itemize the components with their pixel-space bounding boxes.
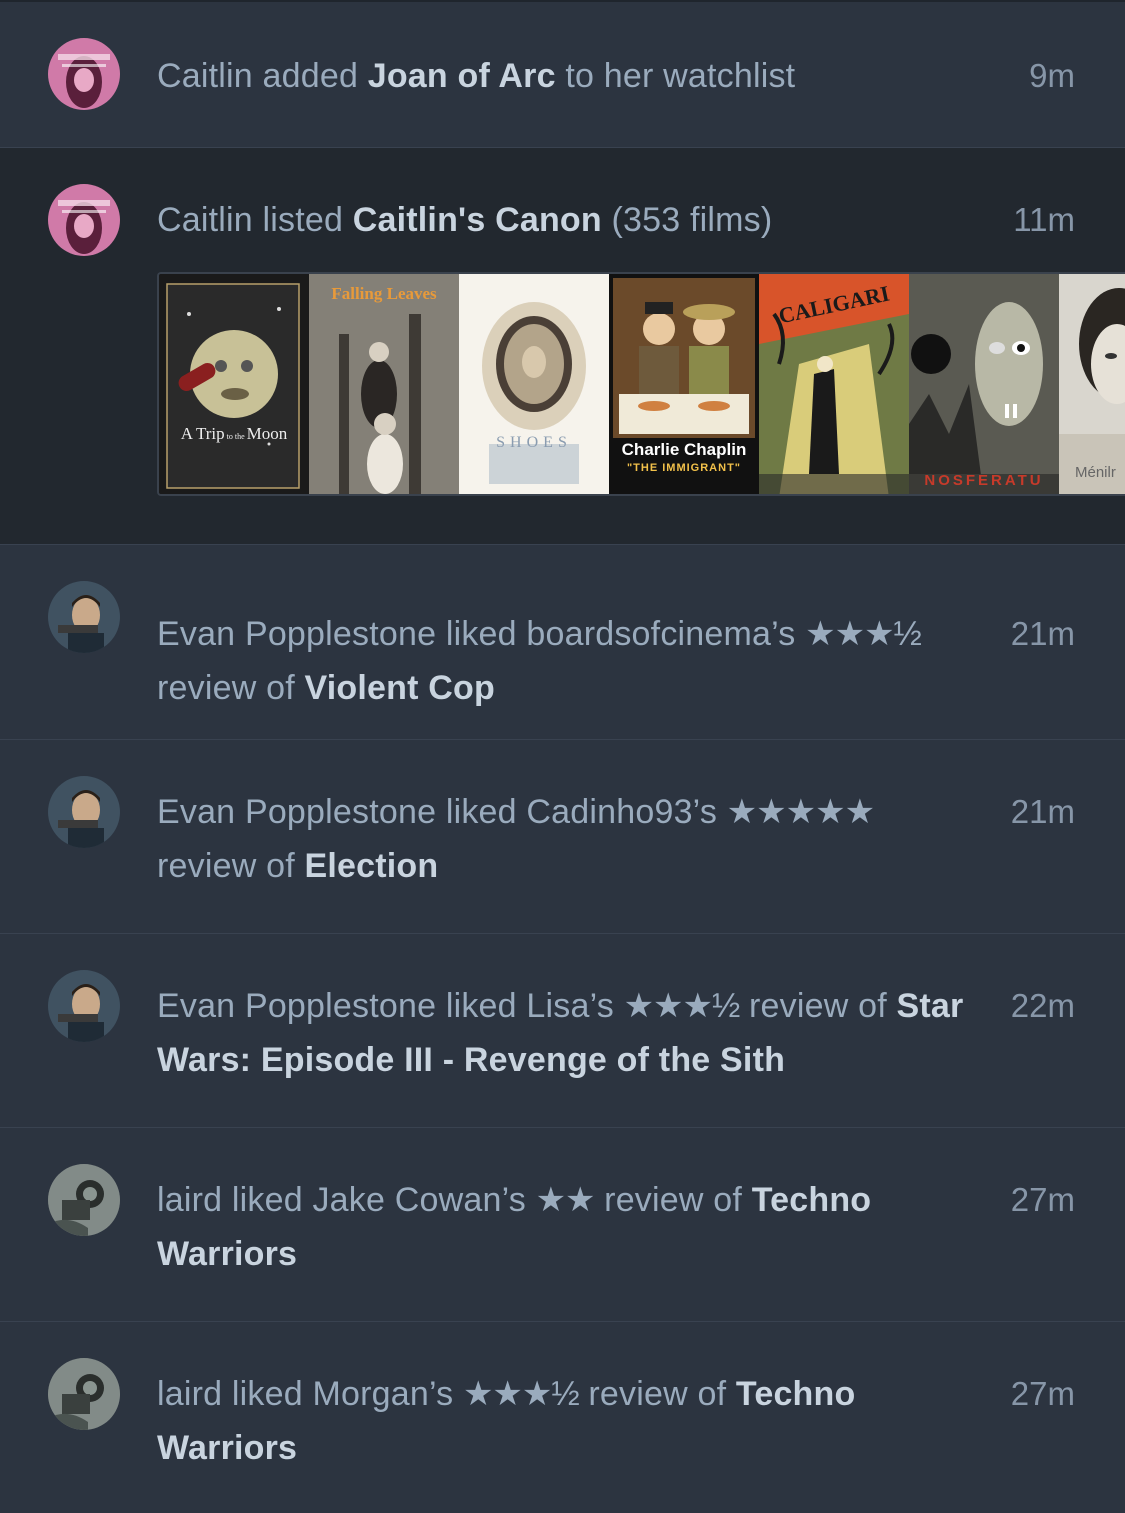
poster-falling-leaves[interactable]: Falling Leaves	[309, 274, 459, 494]
poster-caption: SHOES	[496, 434, 572, 451]
activity-item[interactable]: Evan Popplestone liked boardsofcinema’s …	[0, 545, 1125, 740]
activity-suffix: (353 films)	[601, 201, 773, 239]
rating-stars: ★★	[535, 1181, 596, 1219]
activity-suffix: to her watchlist	[555, 57, 796, 95]
rating-stars: ★★★★★	[726, 793, 875, 831]
activity-mid: review of	[157, 847, 305, 885]
activity-text: Evan Popplestone liked Cadinho93’s ★★★★★…	[157, 785, 977, 893]
avatar-caitlin[interactable]	[48, 38, 120, 110]
poster-caligari[interactable]: CALIGARI	[759, 274, 909, 494]
timestamp: 21m	[1010, 615, 1075, 652]
activity-mid: review of	[157, 669, 305, 707]
avatar-caitlin[interactable]	[48, 184, 120, 256]
avatar-evan[interactable]	[48, 970, 120, 1042]
poster-nosferatu[interactable]: NOSFERATU	[909, 274, 1059, 494]
list-title-link[interactable]: Caitlin's Canon	[353, 201, 602, 239]
activity-text: Caitlin added Joan of Arc to her watchli…	[157, 49, 977, 103]
timestamp: 9m	[1029, 57, 1075, 94]
activity-item[interactable]: Caitlin listed Caitlin's Canon (353 film…	[0, 148, 1125, 545]
poster-the-immigrant[interactable]: Charlie Chaplin "THE IMMIGRANT"	[609, 274, 759, 494]
activity-item[interactable]: Evan Popplestone liked Lisa’s ★★★½ revie…	[0, 934, 1125, 1128]
poster-strip[interactable]: A Trip to the Moon Falling Leaves SHOES …	[157, 272, 1125, 496]
activity-item[interactable]: laird liked Jake Cowan’s ★★ review of Te…	[0, 1128, 1125, 1322]
avatar-laird[interactable]	[48, 1164, 120, 1236]
rating-stars: ★★★½	[623, 987, 741, 1025]
activity-text: laird liked Morgan’s ★★★½ review of Tech…	[157, 1367, 977, 1475]
activity-item[interactable]: laird liked Morgan’s ★★★½ review of Tech…	[0, 1322, 1125, 1513]
poster-caption: Ménilr	[1075, 464, 1116, 481]
poster-caption: A Trip to the Moon	[180, 424, 288, 443]
film-title-link[interactable]: Joan of Arc	[368, 57, 556, 95]
rating-stars: ★★★½	[805, 615, 922, 653]
poster-caption-1: Charlie Chaplin	[621, 440, 747, 459]
poster-caption-2: "THE IMMIGRANT"	[626, 462, 742, 474]
film-title-link[interactable]: Election	[305, 847, 439, 885]
timestamp: 27m	[1010, 1375, 1075, 1412]
poster-shoes[interactable]: SHOES	[459, 274, 609, 494]
activity-prefix: Evan Popplestone liked Lisa’s	[157, 987, 624, 1025]
poster-caption: NOSFERATU	[924, 472, 1044, 489]
activity-prefix: Caitlin listed	[157, 201, 353, 239]
poster-trip-to-the-moon[interactable]: A Trip to the Moon	[159, 274, 309, 494]
avatar-evan[interactable]	[48, 581, 120, 653]
poster-menilmontant[interactable]: Ménilr	[1059, 274, 1125, 494]
activity-text: Evan Popplestone liked Lisa’s ★★★½ revie…	[157, 979, 977, 1087]
avatar-evan[interactable]	[48, 776, 120, 848]
rating-stars: ★★★½	[462, 1375, 580, 1413]
timestamp: 21m	[1010, 793, 1075, 830]
activity-text: laird liked Jake Cowan’s ★★ review of Te…	[157, 1173, 977, 1281]
timestamp: 27m	[1010, 1181, 1075, 1218]
activity-prefix: Evan Popplestone liked boardsofcinema’s	[157, 615, 806, 653]
activity-text: Evan Popplestone liked boardsofcinema’s …	[157, 607, 977, 715]
activity-item[interactable]: Evan Popplestone liked Cadinho93’s ★★★★★…	[0, 740, 1125, 934]
film-title-link[interactable]: Violent Cop	[305, 669, 495, 707]
activity-mid: review of	[578, 1375, 736, 1413]
activity-prefix: laird liked Jake Cowan’s	[157, 1181, 536, 1219]
activity-mid: review of	[594, 1181, 752, 1219]
timestamp: 22m	[1010, 987, 1075, 1024]
activity-item[interactable]: Caitlin added Joan of Arc to her watchli…	[0, 2, 1125, 148]
poster-caption: Falling Leaves	[331, 284, 437, 303]
activity-prefix: laird liked Morgan’s	[157, 1375, 463, 1413]
activity-mid: review of	[739, 987, 897, 1025]
activity-feed: Caitlin added Joan of Arc to her watchli…	[0, 0, 1125, 1513]
timestamp: 11m	[1013, 201, 1075, 238]
activity-text: Caitlin listed Caitlin's Canon (353 film…	[157, 193, 977, 247]
avatar-laird[interactable]	[48, 1358, 120, 1430]
activity-prefix: Caitlin added	[157, 57, 368, 95]
activity-prefix: Evan Popplestone liked Cadinho93’s	[157, 793, 727, 831]
